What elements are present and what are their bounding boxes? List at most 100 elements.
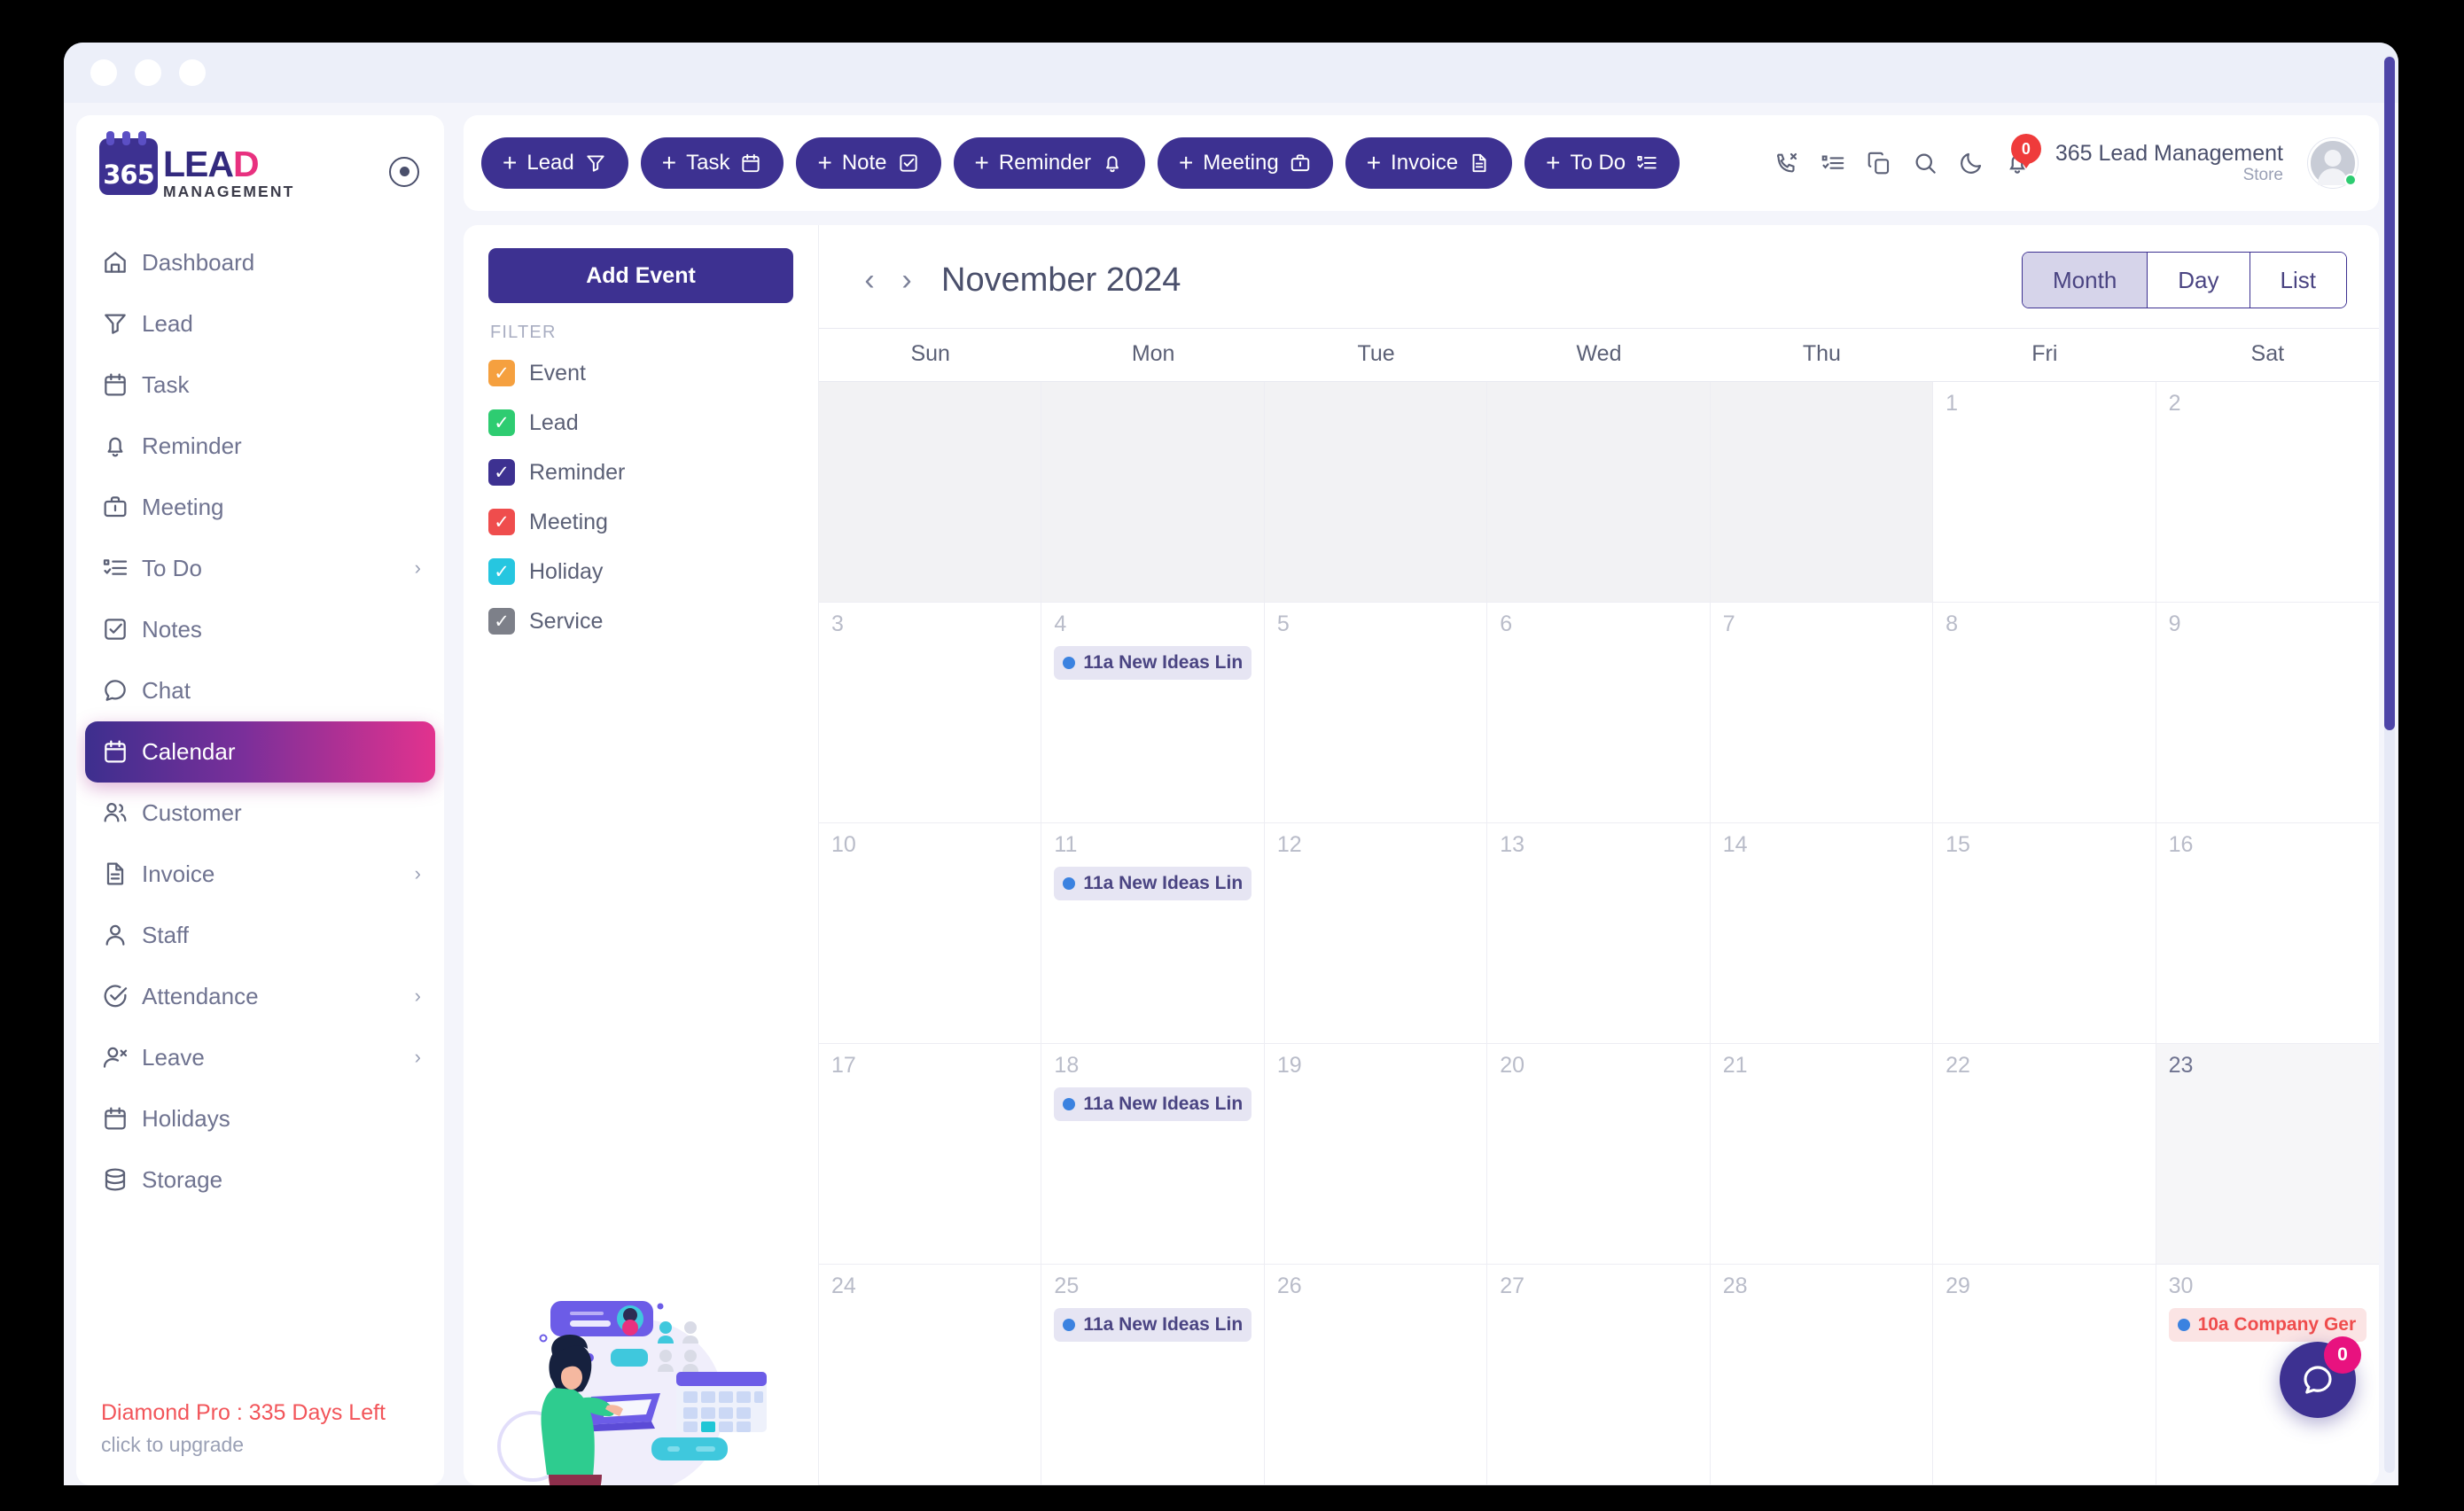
- calendar-day-cell[interactable]: 9: [2156, 603, 2379, 823]
- calendar-day-cell[interactable]: [1264, 382, 1488, 603]
- add-invoice-button[interactable]: + Invoice: [1345, 137, 1513, 189]
- calendar-day-cell[interactable]: 15: [1933, 823, 2156, 1044]
- window-maximize-dot[interactable]: [179, 59, 206, 86]
- calendar-day-cell[interactable]: 28: [1710, 1265, 1934, 1485]
- checklist-icon[interactable]: [1820, 150, 1846, 176]
- window-minimize-dot[interactable]: [135, 59, 161, 86]
- view-list-button[interactable]: List: [2250, 253, 2346, 308]
- calendar-day-cell[interactable]: 8: [1933, 603, 2156, 823]
- calendar-day-cell[interactable]: 12: [1264, 823, 1488, 1044]
- calendar-day-cell[interactable]: 27: [1487, 1265, 1711, 1485]
- filter-checkbox[interactable]: ✓: [488, 360, 515, 386]
- view-day-button[interactable]: Day: [2148, 253, 2250, 308]
- sidebar-item-chat[interactable]: Chat: [76, 660, 444, 721]
- sidebar-item-meeting[interactable]: Meeting: [76, 477, 444, 538]
- calendar-day-cell[interactable]: 16: [2156, 823, 2379, 1044]
- account-info[interactable]: 365 Lead Management Store: [2055, 141, 2283, 186]
- calendar-day-cell[interactable]: 11 11a New Ideas Lin: [1041, 823, 1265, 1044]
- filter-checkbox[interactable]: ✓: [488, 509, 515, 535]
- filter-checkbox[interactable]: ✓: [488, 608, 515, 635]
- add-to-do-button[interactable]: + To Do: [1524, 137, 1680, 189]
- add-reminder-button[interactable]: + Reminder: [953, 137, 1145, 189]
- briefcase-icon: [1290, 154, 1309, 172]
- filter-checkbox[interactable]: ✓: [488, 459, 515, 486]
- filter-lead[interactable]: ✓ Lead: [488, 398, 793, 448]
- calendar-day-cell[interactable]: 4 11a New Ideas Lin: [1041, 603, 1265, 823]
- view-month-button[interactable]: Month: [2023, 253, 2148, 308]
- calendar-day-cell[interactable]: 14: [1710, 823, 1934, 1044]
- calendar-day-cell[interactable]: [1041, 382, 1265, 603]
- calendar-day-cell[interactable]: 21: [1710, 1044, 1934, 1265]
- sidebar-item-notes[interactable]: Notes: [76, 599, 444, 660]
- filter-reminder[interactable]: ✓ Reminder: [488, 448, 793, 497]
- notifications-bell-icon[interactable]: 0: [2004, 134, 2041, 176]
- calendar-day-cell[interactable]: 19: [1264, 1044, 1488, 1265]
- sidebar-item-attendance[interactable]: Attendance ›: [76, 966, 444, 1027]
- missed-call-icon[interactable]: [1774, 150, 1800, 176]
- calendar-event-chip[interactable]: 11a New Ideas Lin: [1054, 1308, 1251, 1342]
- sidebar-item-dashboard[interactable]: Dashboard: [76, 232, 444, 293]
- calendar-day-cell[interactable]: 1: [1933, 382, 2156, 603]
- sidebar-item-customer[interactable]: Customer: [76, 783, 444, 844]
- moon-icon[interactable]: [1958, 150, 1984, 176]
- add-lead-button[interactable]: + Lead: [481, 137, 628, 189]
- avatar[interactable]: [2308, 138, 2358, 188]
- calendar-event-chip[interactable]: 11a New Ideas Lin: [1054, 867, 1251, 900]
- calendar-day-cell[interactable]: 6: [1487, 603, 1711, 823]
- calendar-day-cell[interactable]: 24: [819, 1265, 1042, 1485]
- calendar-day-cell[interactable]: [1487, 382, 1711, 603]
- calendar-day-cell[interactable]: [819, 382, 1042, 603]
- calendar-day-cell[interactable]: 13: [1487, 823, 1711, 1044]
- filter-holiday[interactable]: ✓ Holiday: [488, 547, 793, 596]
- sidebar-item-holidays[interactable]: Holidays: [76, 1088, 444, 1149]
- next-month-button[interactable]: ›: [888, 265, 925, 295]
- chat-fab-button[interactable]: 0: [2280, 1336, 2361, 1418]
- calendar-day-cell[interactable]: 5: [1264, 603, 1488, 823]
- calendar-day-cell[interactable]: 2: [2156, 382, 2379, 603]
- calendar-event-chip[interactable]: 11a New Ideas Lin: [1054, 1087, 1251, 1121]
- page-scrollbar-thumb[interactable]: [2384, 57, 2395, 730]
- collapse-sidebar-icon[interactable]: [389, 156, 419, 187]
- sidebar-item-calendar[interactable]: Calendar: [85, 720, 435, 783]
- sidebar-item-reminder[interactable]: Reminder: [76, 416, 444, 477]
- calendar-day-cell[interactable]: 23: [2156, 1044, 2379, 1265]
- bell-icon: [107, 437, 123, 457]
- filter-meeting[interactable]: ✓ Meeting: [488, 497, 793, 547]
- copy-icon[interactable]: [1866, 150, 1892, 176]
- app-logo[interactable]: 365 LEAD MANAGEMENT: [99, 131, 294, 200]
- funnel-icon: [587, 155, 604, 172]
- calendar-day-cell[interactable]: [1710, 382, 1934, 603]
- sidebar-item-task[interactable]: Task: [76, 354, 444, 416]
- calendar-day-cell[interactable]: 17: [819, 1044, 1042, 1265]
- add-meeting-button[interactable]: + Meeting: [1157, 137, 1333, 189]
- filter-checkbox[interactable]: ✓: [488, 409, 515, 436]
- window-close-dot[interactable]: [90, 59, 117, 86]
- add-event-button[interactable]: Add Event: [488, 248, 793, 303]
- sidebar-item-invoice[interactable]: Invoice ›: [76, 844, 444, 905]
- calendar-event-chip[interactable]: 11a New Ideas Lin: [1054, 646, 1251, 680]
- calendar-day-cell[interactable]: 18 11a New Ideas Lin: [1041, 1044, 1265, 1265]
- search-icon[interactable]: [1912, 150, 1938, 176]
- briefcase-icon: [101, 493, 142, 521]
- calendar-day-cell[interactable]: 3: [819, 603, 1042, 823]
- calendar-day-cell[interactable]: 29: [1933, 1265, 2156, 1485]
- prev-month-button[interactable]: ‹: [851, 265, 888, 295]
- add-task-button[interactable]: + Task: [640, 137, 784, 189]
- calendar-day-cell[interactable]: 20: [1487, 1044, 1711, 1265]
- upgrade-link[interactable]: click to upgrade: [101, 1433, 419, 1457]
- sidebar-item-storage[interactable]: Storage: [76, 1149, 444, 1211]
- filter-service[interactable]: ✓ Service: [488, 596, 793, 646]
- filter-checkbox[interactable]: ✓: [488, 558, 515, 585]
- filter-event[interactable]: ✓ Event: [488, 348, 793, 398]
- check-circle-icon: [101, 982, 142, 1010]
- calendar-day-cell[interactable]: 25 11a New Ideas Lin: [1041, 1265, 1265, 1485]
- calendar-day-cell[interactable]: 7: [1710, 603, 1934, 823]
- sidebar-item-lead[interactable]: Lead: [76, 293, 444, 354]
- sidebar-item-staff[interactable]: Staff: [76, 905, 444, 966]
- sidebar-item-leave[interactable]: Leave ›: [76, 1027, 444, 1088]
- sidebar-item-to-do[interactable]: To Do ›: [76, 538, 444, 599]
- calendar-day-cell[interactable]: 26: [1264, 1265, 1488, 1485]
- add-note-button[interactable]: + Note: [796, 137, 941, 189]
- calendar-day-cell[interactable]: 22: [1933, 1044, 2156, 1265]
- calendar-day-cell[interactable]: 10: [819, 823, 1042, 1044]
